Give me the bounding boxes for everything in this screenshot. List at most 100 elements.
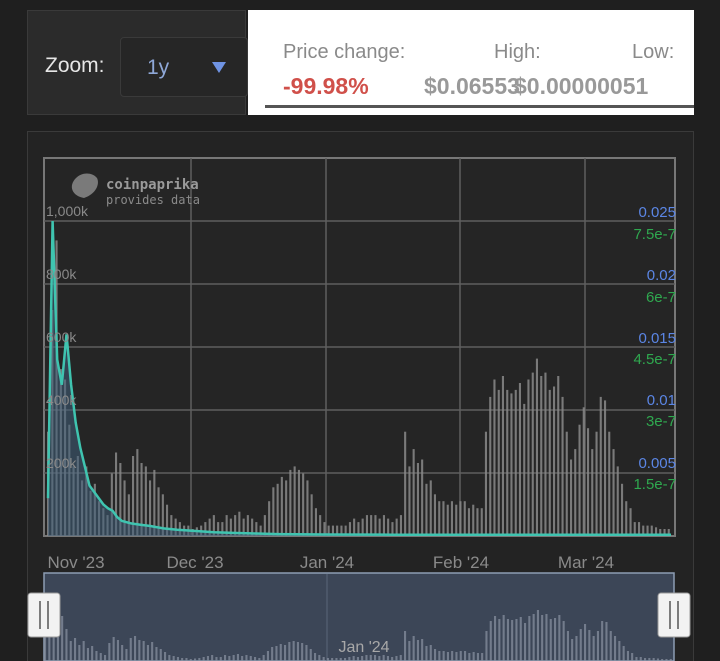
x-tick-nov: Nov '23: [47, 553, 104, 572]
price-tick-4: 0.01: [647, 392, 676, 409]
x-tick-mar: Mar '24: [558, 553, 614, 572]
navigator-bar: [309, 649, 312, 661]
range-navigator[interactable]: Jan '24: [27, 572, 691, 661]
navigator-bar: [618, 641, 621, 661]
volume-bar: [421, 459, 424, 536]
navigator-bar: [78, 645, 81, 661]
mcap-tick-5: 1.5e-7: [633, 476, 676, 493]
volume-bar: [280, 476, 283, 536]
navigator-bar: [125, 649, 128, 661]
volume-bar: [306, 480, 309, 536]
x-tick-jan: Jan '24: [300, 553, 354, 572]
volume-bar: [553, 386, 556, 536]
navigator-bar: [91, 646, 94, 661]
volume-bar: [523, 403, 526, 536]
navigator-bar: [498, 619, 501, 661]
volume-bar: [425, 483, 428, 536]
volume-bar: [514, 389, 517, 536]
volume-bar: [438, 501, 441, 536]
navigator-bar: [459, 651, 462, 661]
volume-bar: [625, 501, 628, 536]
navigator-bar: [412, 636, 415, 661]
navigator-bar: [121, 645, 124, 661]
navigator-bar: [86, 648, 89, 661]
navigator-bar: [592, 636, 595, 661]
volume-bar: [501, 376, 504, 536]
navigator-bar: [284, 645, 287, 661]
volume-tick-2: 800k: [46, 266, 77, 282]
volume-bar: [531, 372, 534, 536]
volume-bar: [621, 483, 624, 536]
navigator-bar: [455, 652, 458, 661]
navigator-bar: [472, 652, 475, 661]
navigator-bar: [271, 647, 274, 661]
navigator-bar: [296, 642, 299, 661]
price-tick-5: 0.005: [638, 455, 676, 472]
navigator-bar: [134, 636, 137, 661]
mcap-tick-3: 4.5e-7: [633, 351, 676, 368]
navigator-bar: [69, 641, 72, 661]
volume-bar: [599, 396, 602, 536]
navigator-bar: [219, 657, 222, 661]
navigator-bar: [164, 652, 167, 661]
navigator-bar: [511, 620, 514, 661]
volume-tick-3: 600k: [46, 329, 77, 345]
volume-bar: [493, 379, 496, 536]
navigator-bar: [232, 655, 235, 661]
volume-bar: [455, 504, 458, 536]
navigator-bar: [399, 655, 402, 661]
navigator-bar: [554, 618, 557, 661]
navigator-bar: [404, 631, 407, 661]
volume-bar: [293, 466, 296, 536]
mcap-tick-1: 7.5e-7: [633, 226, 676, 243]
navigator-bar: [626, 651, 629, 661]
volume-bar: [399, 515, 402, 536]
volume-bar: [285, 480, 288, 536]
volume-bar: [378, 518, 381, 536]
left-handle-grip[interactable]: [27, 592, 61, 638]
navigator-bar: [541, 615, 544, 661]
navigator-right-handle[interactable]: [657, 592, 691, 638]
navigator-bar: [558, 615, 561, 661]
navigator-bar: [622, 646, 625, 661]
volume-bar: [408, 466, 411, 536]
navigator-bar: [429, 645, 432, 661]
navigator-bar: [138, 640, 141, 661]
navigator-bar: [536, 610, 539, 661]
volume-bar: [604, 400, 607, 536]
navigator-bar: [395, 656, 398, 661]
volume-bar: [412, 449, 415, 536]
right-handle-grip[interactable]: [657, 592, 691, 638]
volume-bar: [480, 508, 483, 536]
navigator-bar: [116, 640, 119, 661]
navigator-bar: [571, 639, 574, 661]
volume-bar: [518, 383, 521, 536]
navigator-bar: [596, 631, 599, 661]
volume-bar: [557, 376, 560, 536]
navigator-bar: [438, 651, 441, 661]
navigator-bar: [108, 643, 111, 661]
navigator-bar: [446, 652, 449, 661]
navigator-bar: [639, 657, 642, 661]
volume-bar: [570, 459, 573, 536]
navigator-bar: [99, 653, 102, 661]
volume-bar: [616, 466, 619, 536]
navigator-bar: [206, 656, 209, 661]
navigator-bar: [275, 646, 278, 661]
navigator-bar: [82, 641, 85, 661]
volume-bar: [629, 508, 632, 536]
navigator-bar: [494, 616, 497, 661]
navigator-bar: [292, 641, 295, 661]
navigator-bar: [314, 653, 317, 661]
navigator-bar: [224, 655, 227, 661]
volume-bar: [535, 358, 538, 536]
navigator-bar: [348, 657, 351, 661]
navigator-left-handle[interactable]: [27, 592, 61, 638]
navigator-bar: [129, 638, 132, 661]
navigator-bar: [104, 655, 107, 661]
navigator-bar: [74, 638, 77, 661]
x-tick-dec: Dec '23: [166, 553, 223, 572]
volume-bar: [276, 483, 279, 536]
navigator-bar: [172, 656, 175, 661]
volume-bar: [429, 480, 432, 536]
